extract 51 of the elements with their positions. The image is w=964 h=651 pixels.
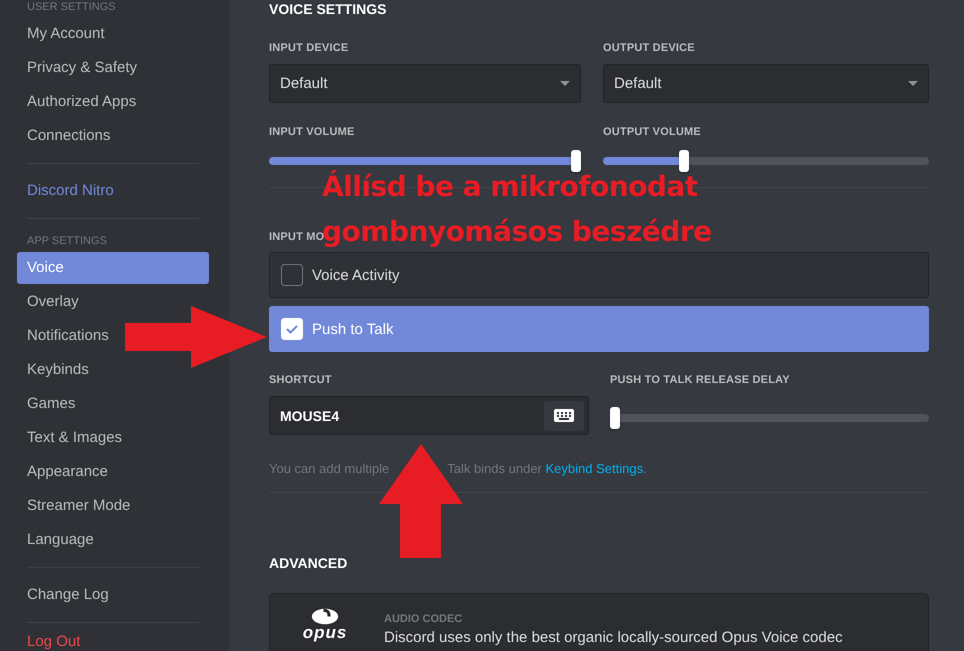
delay-slider[interactable] [610,407,929,429]
sidebar-item[interactable]: Change Log [17,579,119,611]
caret-icon [908,80,918,86]
field-label: OUTPUT DEVICE [603,41,696,55]
sidebar-item[interactable]: My Account [17,18,115,50]
annotation-text: gombnyomásos beszédre [322,216,712,248]
sidebar-item[interactable]: Authorized Apps [17,86,146,118]
keybind-settings-link[interactable]: Keybind Settings [546,461,644,476]
device-dropdown[interactable]: Default [603,64,929,103]
slider-handle[interactable] [678,150,689,172]
logo-text: opus [302,625,348,641]
sidebar-item[interactable]: Privacy & Safety [17,52,148,84]
checkbox-icon [281,264,303,286]
device-dropdown[interactable]: Default [269,64,581,103]
sidebar-item[interactable]: Language [17,524,104,556]
sidebar-item[interactable]: Games [17,388,86,420]
radio-option[interactable]: Voice Activity [269,252,929,298]
keyboard-icon [554,409,574,422]
sidebar-item[interactable]: Connections [17,120,120,152]
keyboard-button[interactable] [544,400,584,430]
field-label: PUSH TO TALK RELEASE DELAY [610,373,791,387]
hint-text: Talk binds under [447,461,542,476]
section-title: ADVANCED [269,555,348,571]
sidebar-item[interactable]: Notifications [17,320,119,352]
sidebar-item[interactable]: Discord Nitro [17,175,124,207]
sidebar-item[interactable]: Log Out [17,634,90,650]
hint-text: . [643,461,647,476]
field-label: OUTPUT VOLUME [603,125,702,139]
sidebar-item[interactable]: Appearance [17,456,118,488]
sidebar-item[interactable]: Streamer Mode [17,490,140,522]
sidebar-item[interactable]: Text & Images [17,422,132,454]
sidebar-item[interactable]: Overlay [17,286,89,318]
caret-icon [560,80,570,86]
section-header: USER SETTINGS [26,0,117,15]
field-label: INPUT VOLUME [269,125,356,139]
volume-slider[interactable] [603,150,929,172]
section-title: VOICE SETTINGS [269,1,388,17]
field-label: SHORTCUT [269,373,333,387]
shortcut-field[interactable]: MOUSE4 [269,396,589,435]
slider-handle[interactable] [610,407,620,429]
slider-handle[interactable] [571,150,581,172]
codec-description: Discord uses only the best organic locally-sourced Opus Voice codec [384,629,843,646]
volume-slider[interactable] [269,150,581,172]
section-header: APP SETTINGS [26,234,108,249]
hint-text: You can add multiple [269,461,390,476]
field-label: AUDIO CODEC [384,613,464,625]
opus-logo-icon [311,608,339,625]
annotation-text: Állísd be a mikrofonodat [322,171,698,203]
field-label: INPUT DEVICE [269,41,350,55]
checkbox-icon [281,318,303,340]
sidebar-item[interactable]: Keybinds [17,354,99,386]
